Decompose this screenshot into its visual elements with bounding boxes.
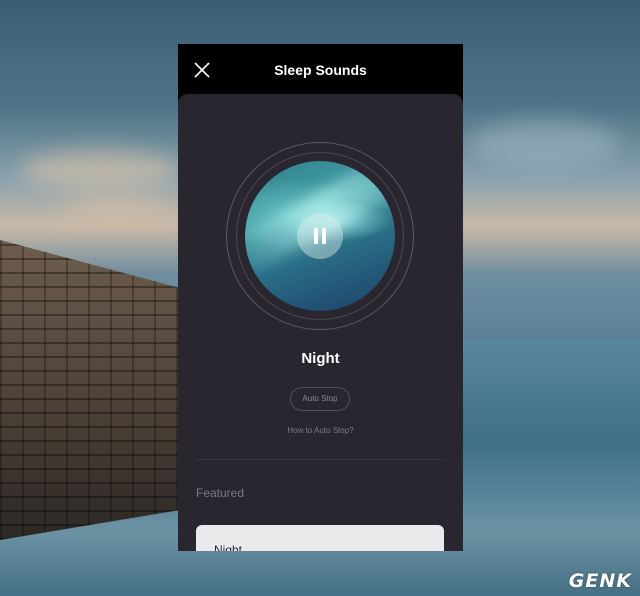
featured-card[interactable]: Night bbox=[196, 525, 444, 551]
pause-icon bbox=[314, 228, 318, 244]
featured-heading: Featured bbox=[196, 486, 245, 500]
genk-watermark-logo: GENK bbox=[568, 570, 632, 592]
app-title: Sleep Sounds bbox=[274, 62, 367, 78]
pause-icon bbox=[322, 228, 326, 244]
brick-pier bbox=[0, 240, 180, 540]
auto-stop-help-link[interactable]: How to Auto Stop? bbox=[178, 426, 463, 435]
divider bbox=[196, 459, 445, 460]
player-sheet: Night Auto Stop How to Auto Stop? Featur… bbox=[178, 94, 463, 551]
sky-cloud bbox=[470, 120, 620, 170]
featured-card-title: Night bbox=[214, 543, 243, 551]
sky-cloud bbox=[60, 195, 180, 225]
track-name: Night bbox=[301, 350, 340, 367]
sleep-sounds-app: Sleep Sounds Night Auto Stop How to Auto… bbox=[178, 44, 463, 551]
auto-stop-button[interactable]: Auto Stop bbox=[290, 387, 350, 411]
pause-button[interactable] bbox=[297, 213, 343, 259]
top-bar: Sleep Sounds bbox=[178, 44, 463, 94]
sky-cloud bbox=[20, 150, 180, 190]
